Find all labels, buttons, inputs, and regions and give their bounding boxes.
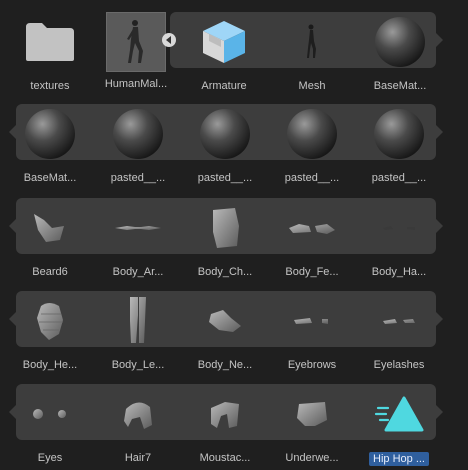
asset-label: Moustac...: [199, 452, 251, 464]
asset-item-mesh[interactable]: Body_Le...: [94, 285, 182, 377]
asset-label: Body_Ar...: [112, 266, 164, 278]
material-sphere-icon: [18, 102, 82, 166]
mesh-eyelashes-icon: [367, 289, 431, 353]
asset-label: Mesh: [298, 80, 326, 92]
asset-item-mesh[interactable]: Hair7: [94, 378, 182, 470]
asset-item-material[interactable]: pasted__...: [94, 98, 182, 190]
mesh-legs-icon: [106, 289, 170, 353]
asset-label: Body_Ne...: [197, 359, 253, 371]
asset-item-material[interactable]: pasted__...: [355, 98, 443, 190]
animation-clip-icon: [367, 382, 431, 446]
asset-label: Armature: [201, 80, 247, 92]
armature-icon: [192, 10, 256, 74]
asset-label: BaseMat...: [23, 172, 77, 184]
asset-item-mesh[interactable]: Body_Ha...: [355, 192, 443, 284]
mesh-underwear-icon: [280, 382, 344, 446]
material-sphere-icon: [106, 102, 170, 166]
mesh-hands-icon: [367, 196, 431, 260]
asset-label: textures: [30, 80, 70, 92]
mesh-moustache-icon: [193, 382, 257, 446]
asset-item-basematerial[interactable]: BaseMat...: [356, 6, 444, 98]
chevron-left-icon: [166, 36, 171, 44]
asset-item-humanmale[interactable]: HumanMal...: [92, 6, 180, 98]
mesh-chest-icon: [193, 196, 257, 260]
asset-item-mesh[interactable]: Body_Ne...: [181, 285, 269, 377]
asset-label: pasted__...: [284, 172, 340, 184]
mesh-beard-icon: [18, 196, 82, 260]
asset-item-mesh[interactable]: Body_He...: [6, 285, 94, 377]
asset-label: Hair7: [124, 452, 152, 464]
asset-item-material[interactable]: pasted__...: [268, 98, 356, 190]
material-sphere-icon: [368, 10, 432, 74]
material-sphere-icon: [367, 102, 431, 166]
asset-label: Eyebrows: [287, 359, 337, 371]
human-model-icon: [106, 12, 166, 72]
asset-label: BaseMat...: [373, 80, 427, 92]
mesh-eyebrows-icon: [280, 289, 344, 353]
asset-item-mesh[interactable]: Body_Fe...: [268, 192, 356, 284]
mesh-head-icon: [18, 289, 82, 353]
asset-item-mesh[interactable]: Eyebrows: [268, 285, 356, 377]
asset-item-animation-clip[interactable]: Hip Hop ...: [355, 378, 443, 470]
asset-item-material[interactable]: BaseMat...: [6, 98, 94, 190]
asset-label: Eyes: [37, 452, 63, 464]
asset-item-mesh[interactable]: Eyelashes: [355, 285, 443, 377]
asset-label: Body_Le...: [111, 359, 165, 371]
folder-icon: [18, 10, 82, 74]
asset-label: Beard6: [32, 266, 68, 278]
asset-item-mesh[interactable]: Mesh: [268, 6, 356, 98]
collapse-arrow-button[interactable]: [162, 33, 176, 47]
asset-item-textures[interactable]: textures: [6, 6, 94, 98]
mesh-neck-icon: [193, 289, 257, 353]
mesh-arms-icon: [106, 196, 170, 260]
asset-item-mesh[interactable]: Eyes: [6, 378, 94, 470]
asset-label: pasted__...: [197, 172, 253, 184]
asset-item-material[interactable]: pasted__...: [181, 98, 269, 190]
asset-item-mesh[interactable]: Underwe...: [268, 378, 356, 470]
asset-label: pasted__...: [371, 172, 427, 184]
material-sphere-icon: [193, 102, 257, 166]
mesh-feet-icon: [280, 196, 344, 260]
asset-item-mesh[interactable]: Body_Ch...: [181, 192, 269, 284]
asset-label: Body_He...: [22, 359, 78, 371]
mesh-eyes-icon: [18, 382, 82, 446]
asset-label: Underwe...: [285, 452, 339, 464]
asset-label-selected: Hip Hop ...: [369, 452, 429, 466]
material-sphere-icon: [280, 102, 344, 166]
asset-label: HumanMal...: [104, 78, 168, 90]
mesh-hair-icon: [106, 382, 170, 446]
mesh-icon: [280, 10, 344, 74]
asset-label: Body_Ha...: [371, 266, 427, 278]
asset-item-armature[interactable]: Armature: [180, 6, 268, 98]
asset-label: Body_Fe...: [285, 266, 339, 278]
asset-item-mesh[interactable]: Beard6: [6, 192, 94, 284]
asset-item-mesh[interactable]: Body_Ar...: [94, 192, 182, 284]
asset-label: Body_Ch...: [197, 266, 253, 278]
asset-item-mesh[interactable]: Moustac...: [181, 378, 269, 470]
asset-label: pasted__...: [110, 172, 166, 184]
asset-label: Eyelashes: [373, 359, 425, 371]
